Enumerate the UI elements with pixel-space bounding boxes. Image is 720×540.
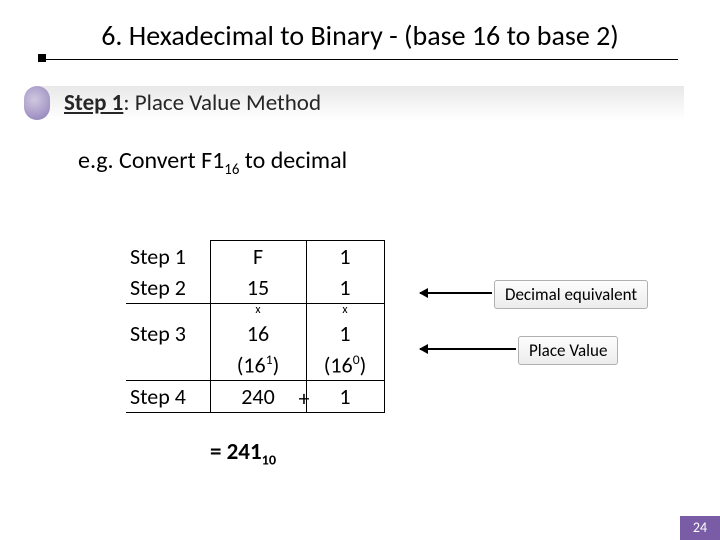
title-rule-dot (38, 54, 46, 62)
example-suffix: to decimal (239, 146, 347, 175)
paren-close: ) (360, 351, 367, 378)
cell: F (210, 241, 306, 273)
arrow-icon (420, 348, 516, 350)
table-row: (161) (160) (126, 349, 384, 381)
arrow-icon (420, 292, 492, 294)
exp: 0 (353, 351, 360, 368)
cell: (160) (306, 349, 384, 381)
step-label: Step 1 (126, 241, 210, 273)
page-number: 24 (680, 516, 720, 540)
step-label: Step 3 (126, 318, 210, 349)
val: 240 (241, 383, 274, 410)
cell: 1 (306, 318, 384, 349)
example-sub: 16 (224, 160, 239, 178)
cell: 16 (210, 318, 306, 349)
title-rule (42, 59, 678, 60)
table-row: Step 4 240+ 1 (126, 380, 384, 412)
cell: 15 (210, 272, 306, 304)
cell: 1 (306, 241, 384, 273)
mult-x: x (210, 304, 306, 318)
plus-sign: + (299, 385, 310, 412)
cell: (161) (210, 349, 306, 381)
example-prefix: e.g. Convert F1 (78, 146, 224, 175)
table-row: x x (126, 304, 384, 318)
table-row: Step 3 16 1 (126, 318, 384, 349)
table-row: Step 2 15 1 (126, 272, 384, 304)
result: = 24110 (210, 438, 276, 469)
banner-text: Step 1: Place Value Method (64, 89, 321, 117)
cell: 240+ (210, 380, 306, 412)
step-banner: Step 1: Place Value Method (24, 86, 684, 120)
paren-base: (16 (237, 351, 266, 378)
cell: 1 (306, 272, 384, 304)
page-title: 6. Hexadecimal to Binary - (base 16 to b… (0, 0, 720, 53)
step-label: Step 4 (126, 380, 210, 412)
step-label: Step 2 (126, 272, 210, 304)
paren-close: ) (273, 351, 280, 378)
banner-cap-icon (24, 86, 50, 120)
banner-method: : Place Value Method (123, 89, 321, 117)
result-prefix: = 241 (210, 438, 262, 466)
exp: 1 (266, 351, 273, 368)
mult-x: x (306, 304, 384, 318)
banner-step-label: Step 1 (64, 89, 123, 117)
paren-base: (16 (324, 351, 353, 378)
example-text: e.g. Convert F116 to decimal (78, 146, 720, 178)
annotation-decimal-equivalent: Decimal equivalent (494, 280, 648, 309)
result-sub: 10 (262, 451, 276, 469)
annotation-place-value: Place Value (518, 336, 618, 365)
conversion-table: Step 1 F 1 Step 2 15 1 x x Step 3 16 1 (… (126, 240, 385, 413)
table-row: Step 1 F 1 (126, 241, 384, 273)
cell: 1 (306, 380, 384, 412)
